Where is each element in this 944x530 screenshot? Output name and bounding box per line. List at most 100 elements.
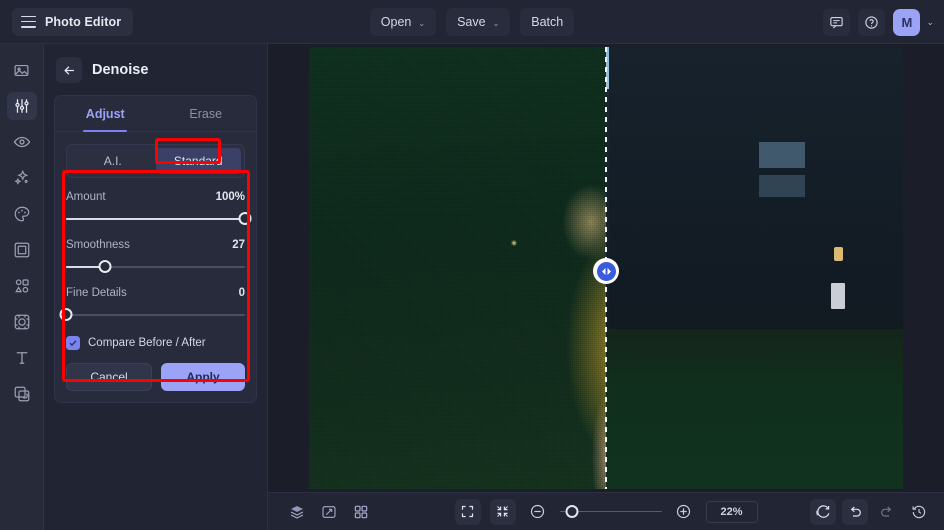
slider-fine-details-header: Fine Details 0 [66,287,245,299]
mode-option-standard-label: Standard [174,154,223,168]
sign-shape [831,283,845,309]
redo-button[interactable] [874,499,900,525]
shapes-icon [13,277,31,295]
rail-item-transform[interactable] [7,308,37,336]
tool-rail [0,44,44,530]
rail-item-color[interactable] [7,200,37,228]
save-button-label: Save [457,15,486,29]
feedback-button[interactable] [823,9,850,36]
grid-view-button[interactable] [348,499,374,525]
layers-button[interactable] [284,499,310,525]
slider-fine-details-track[interactable] [66,308,245,322]
mode-option-ai-label: A.I. [104,154,122,168]
slider-fine-details-handle[interactable] [60,308,73,321]
image-before-half [309,47,606,489]
hamburger-menu-icon[interactable] [21,16,36,28]
fit-screen-button[interactable] [455,499,481,525]
zoom-slider-handle[interactable] [565,505,578,518]
mode-option-standard[interactable]: Standard [156,148,242,174]
slider-amount-value: 100% [216,191,245,203]
rail-item-retouch[interactable] [7,128,37,156]
rail-item-image[interactable] [7,56,37,84]
top-toolbar: Photo Editor Open ⌄ Save ⌄ Batch [0,0,944,44]
back-button[interactable] [56,57,82,83]
zoom-slider[interactable] [560,505,662,519]
image-icon [13,62,30,79]
slider-fine-details-value: 0 [239,287,245,299]
mode-segment: A.I. Standard [66,144,245,178]
slider-smoothness-handle[interactable] [99,260,112,273]
compare-before-after-row[interactable]: Compare Before / After [66,336,245,350]
cancel-button[interactable]: Cancel [66,363,152,391]
slider-smoothness-track[interactable] [66,260,245,274]
compare-split-button[interactable] [316,499,342,525]
slider-track-bar [66,314,245,316]
layers-stack-icon [13,385,31,403]
comment-icon [829,15,844,30]
panel-header: Denoise [44,44,267,95]
top-toolbar-right: M ⌄ [823,0,934,44]
app-brand[interactable]: Photo Editor [12,8,133,36]
collapse-arrows-icon [495,504,510,519]
save-button[interactable]: Save ⌄ [446,8,510,36]
rail-item-frame[interactable] [7,236,37,264]
street-lamp-light [834,247,843,261]
history-button[interactable] [906,499,932,525]
actual-size-button[interactable] [490,499,516,525]
undo-button[interactable] [842,499,868,525]
photo-after [606,47,903,489]
compare-before-after-checkbox[interactable] [66,336,80,350]
open-button-label: Open [381,15,412,29]
zoom-out-button[interactable] [525,499,551,525]
zoom-in-button[interactable] [671,499,697,525]
before-after-divider-handle[interactable] [593,258,619,284]
bottom-toolbar-left [284,499,374,525]
open-button[interactable]: Open ⌄ [370,8,436,36]
tab-erase[interactable]: Erase [156,96,257,131]
rail-item-shapes[interactable] [7,272,37,300]
tab-adjust[interactable]: Adjust [55,96,156,131]
apply-button[interactable]: Apply [161,363,245,391]
avatar[interactable]: M [893,9,920,36]
zoom-level-value[interactable]: 22% [706,501,758,523]
canvas-area[interactable] [268,44,944,492]
image-compare-stage[interactable] [309,47,903,489]
mode-option-ai[interactable]: A.I. [70,148,156,174]
rail-item-adjust[interactable] [7,92,37,120]
adjust-sliders-icon [13,97,31,115]
history-icon [911,504,927,520]
page-title: Denoise [92,62,148,78]
slider-fine-details: Fine Details 0 [66,287,245,322]
account-chevron-down-icon[interactable]: ⌄ [926,17,934,28]
chevron-down-icon: ⌄ [418,19,425,28]
left-right-arrows-icon [597,262,616,281]
batch-button[interactable]: Batch [520,8,574,36]
fit-screen-icon [460,504,475,519]
slider-amount-track[interactable] [66,212,245,226]
slider-smoothness: Smoothness 27 [66,239,245,274]
rail-item-effects[interactable] [7,164,37,192]
avatar-initial: M [902,15,913,30]
denoise-panel: Denoise Adjust Erase A.I. Standard [44,44,268,530]
bottom-toolbar: 22% [268,492,944,530]
text-icon [13,349,31,367]
app-title: Photo Editor [45,15,121,29]
reset-button[interactable] [810,499,836,525]
building-shape [609,47,903,347]
reset-rotate-icon [815,504,831,520]
crop-transform-icon [13,313,31,331]
rail-item-layers[interactable] [7,380,37,408]
checkmark-icon [68,338,78,348]
rail-item-text[interactable] [7,344,37,372]
slider-amount-header: Amount 100% [66,191,245,203]
slider-smoothness-header: Smoothness 27 [66,239,245,251]
help-button[interactable] [858,9,885,36]
slider-amount-handle[interactable] [239,212,252,225]
window-shape [759,175,805,197]
photo-editor-app: Photo Editor Open ⌄ Save ⌄ Batch [0,0,944,530]
batch-button-label: Batch [531,15,563,29]
compare-before-after-label: Compare Before / After [88,337,206,349]
sparkles-icon [13,169,31,187]
grid-view-icon [353,504,369,520]
slider-amount-label: Amount [66,191,106,203]
